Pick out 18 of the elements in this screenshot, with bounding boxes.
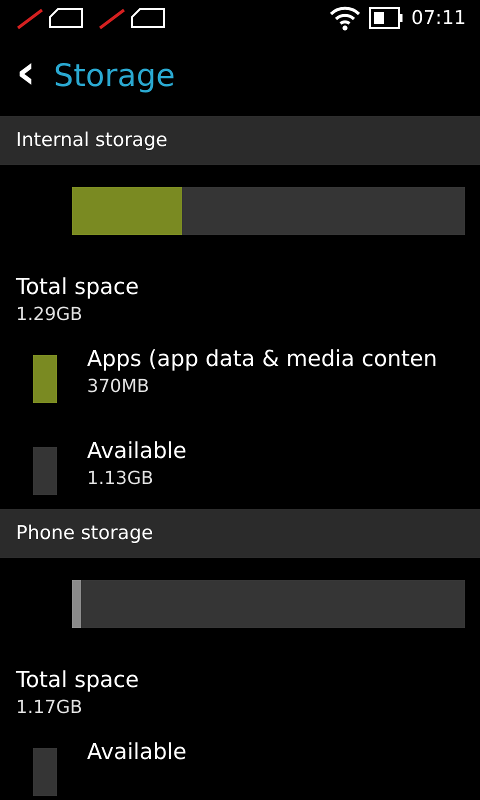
legend-value: 370MB (87, 376, 150, 397)
section-header: Phone storage (0, 509, 480, 558)
total-label: Total space (16, 275, 140, 300)
wifi-icon (329, 5, 362, 31)
legend-value: 1.13GB (87, 468, 154, 489)
total-value: 1.29GB (16, 304, 84, 325)
page-title: Storage (54, 58, 176, 94)
sim-slot-icon (98, 6, 166, 30)
sim-slot-icon (16, 6, 84, 30)
battery-icon (369, 7, 404, 29)
legend-label: Apps (app data & media conten (87, 347, 438, 372)
clock-time: 07:11 (411, 7, 466, 29)
section-header: Internal storage (0, 116, 480, 165)
total-label: Total space (16, 668, 140, 693)
legend-label: Available (87, 439, 187, 464)
legend-label: Available (87, 740, 187, 765)
total-value: 1.17GB (16, 697, 84, 718)
back-button[interactable]: ‹ (12, 48, 40, 104)
